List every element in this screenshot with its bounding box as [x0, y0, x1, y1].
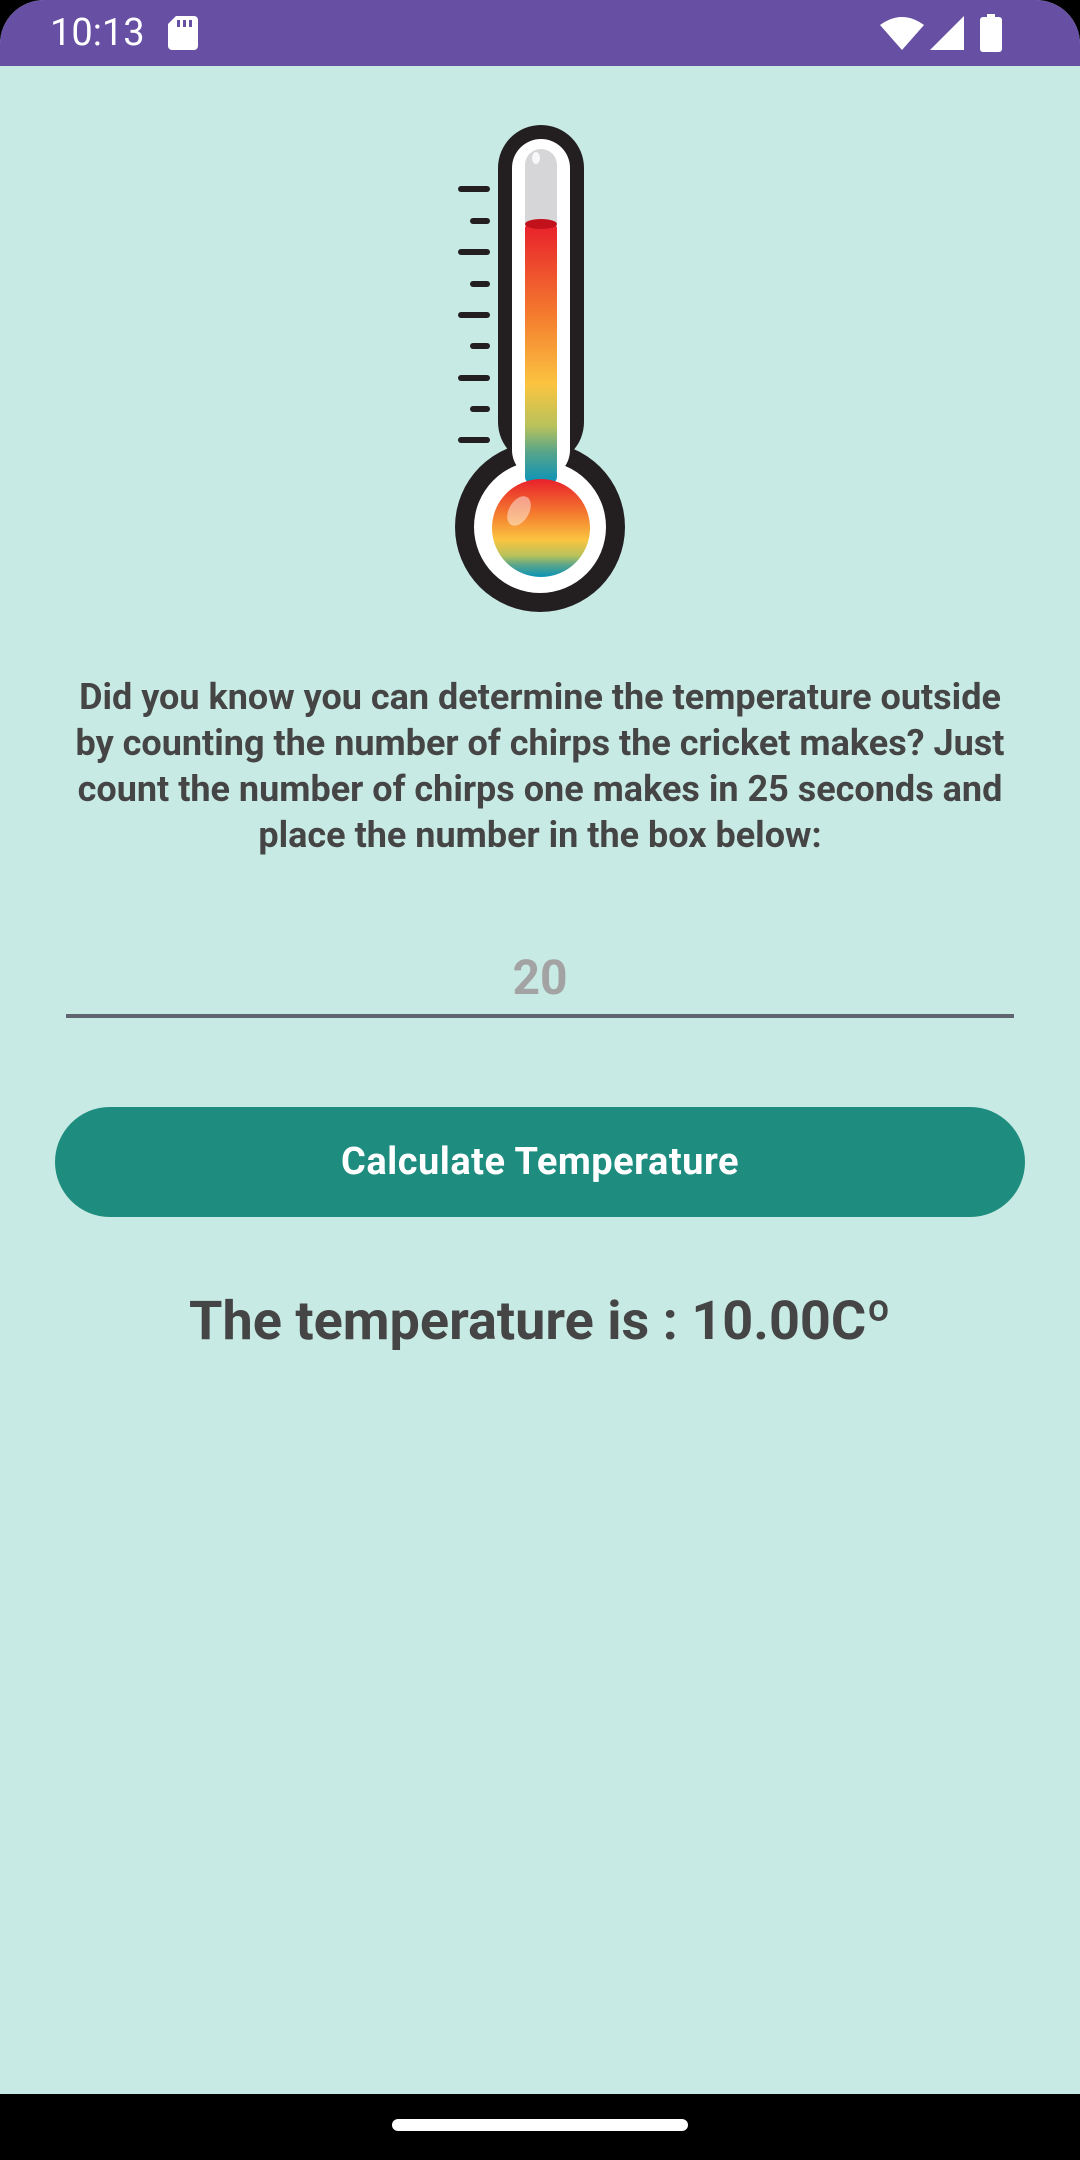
temperature-result: The temperature is : 10.00Cº [189, 1290, 891, 1353]
intro-text: Did you know you can determine the tempe… [75, 676, 1005, 856]
calculate-temperature-button[interactable]: Calculate Temperature [55, 1107, 1025, 1217]
status-time: 10:13 [50, 11, 145, 55]
signal-icon [930, 16, 964, 50]
status-bar: 10:13 [0, 0, 1080, 66]
thermometer-icon [455, 125, 625, 612]
app-screen: 10:13 Did you know you can determine the… [0, 0, 1080, 2160]
battery-icon [980, 14, 1002, 52]
sd-card-icon [168, 16, 198, 50]
wifi-icon [880, 17, 924, 50]
home-gesture-handle[interactable] [392, 2119, 688, 2131]
chirp-count-input[interactable] [66, 940, 1014, 1018]
